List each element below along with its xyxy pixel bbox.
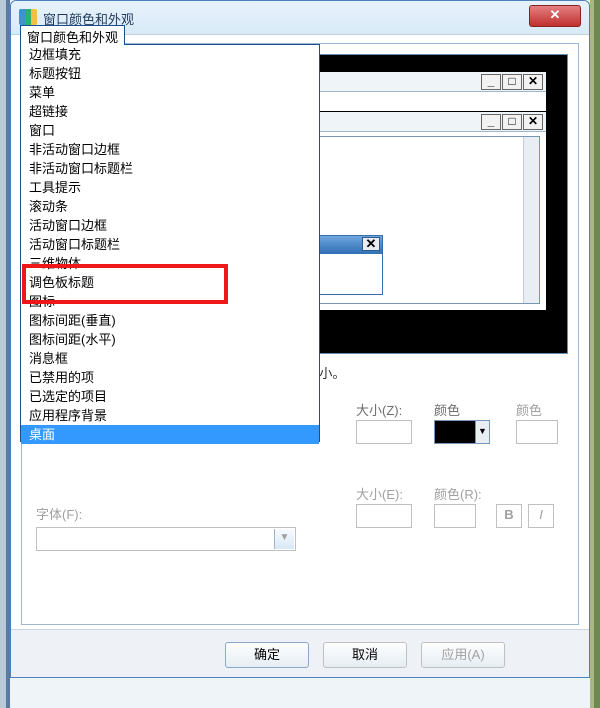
close-icon: ✕ [523, 74, 543, 90]
colorR-label: 颜色(R): [434, 484, 482, 503]
close-icon: ✕ [362, 237, 380, 251]
size2-label: 大小(E): [356, 484, 403, 503]
dropdown-item[interactable]: 非活动窗口边框 [21, 140, 319, 159]
bold-button: B [496, 504, 522, 528]
button-bar: 确定 取消 应用(A) [11, 629, 589, 677]
dropdown-item[interactable]: 桌面 [21, 425, 319, 444]
app-icon [19, 9, 37, 25]
italic-button: I [528, 504, 554, 528]
maximize-icon: □ [502, 114, 522, 130]
font-color-picker [434, 504, 476, 528]
item-dropdown-list[interactable]: 窗口颜色和外观 边框填充标题按钮菜单超链接窗口非活动窗口边框非活动窗口标题栏工具… [20, 44, 320, 442]
dropdown-item[interactable]: 工具提示 [21, 178, 319, 197]
dropdown-item[interactable]: 菜单 [21, 83, 319, 102]
dropdown-item[interactable]: 活动窗口边框 [21, 216, 319, 235]
dropdown-item[interactable]: 已禁用的项 [21, 368, 319, 387]
dropdown-item[interactable]: 滚动条 [21, 197, 319, 216]
dropdown-item[interactable]: 已选定的项目 [21, 387, 319, 406]
dropdown-item[interactable]: 活动窗口标题栏 [21, 235, 319, 254]
apply-button: 应用(A) [421, 642, 505, 668]
dropdown-item[interactable]: 图标 [21, 292, 319, 311]
size-label: 大小(Z): [356, 400, 402, 419]
dropdown-header: 窗口颜色和外观 [20, 25, 125, 45]
close-icon: ✕ [523, 114, 543, 130]
close-button[interactable]: ✕ [529, 5, 581, 27]
cancel-button[interactable]: 取消 [323, 642, 407, 668]
font-combobox: ▼ [36, 527, 296, 551]
dropdown-item[interactable]: 非活动窗口标题栏 [21, 159, 319, 178]
dropdown-item[interactable]: 超链接 [21, 102, 319, 121]
color2-picker [516, 420, 558, 444]
font-row: 字体(F): 大小(E): 颜色(R): ▼ B I [36, 504, 564, 551]
dropdown-item[interactable]: 调色板标题 [21, 273, 319, 292]
dropdown-item[interactable]: 应用程序背景 [21, 406, 319, 425]
scrollbar-icon [523, 137, 539, 303]
chevron-down-icon[interactable]: ▼ [475, 421, 489, 443]
dropdown-item[interactable]: 消息框 [21, 349, 319, 368]
dropdown-item[interactable]: 图标间距(水平) [21, 330, 319, 349]
dropdown-item[interactable]: 标题按钮 [21, 64, 319, 83]
font-label: 字体(F): [36, 504, 564, 523]
color1-picker[interactable]: ▼ [434, 420, 490, 444]
ok-button[interactable]: 确定 [225, 642, 309, 668]
minimize-icon: _ [481, 74, 501, 90]
dropdown-item[interactable]: 图标间距(垂直) [21, 311, 319, 330]
dropdown-item[interactable]: 窗口 [21, 121, 319, 140]
dropdown-item[interactable]: 三维物体 [21, 254, 319, 273]
chevron-down-icon: ▼ [274, 529, 294, 549]
minimize-icon: _ [481, 114, 501, 130]
maximize-icon: □ [502, 74, 522, 90]
dropdown-item[interactable]: 边框填充 [21, 45, 319, 64]
font-size-spinner [356, 504, 412, 528]
size-spinner[interactable] [356, 420, 412, 444]
